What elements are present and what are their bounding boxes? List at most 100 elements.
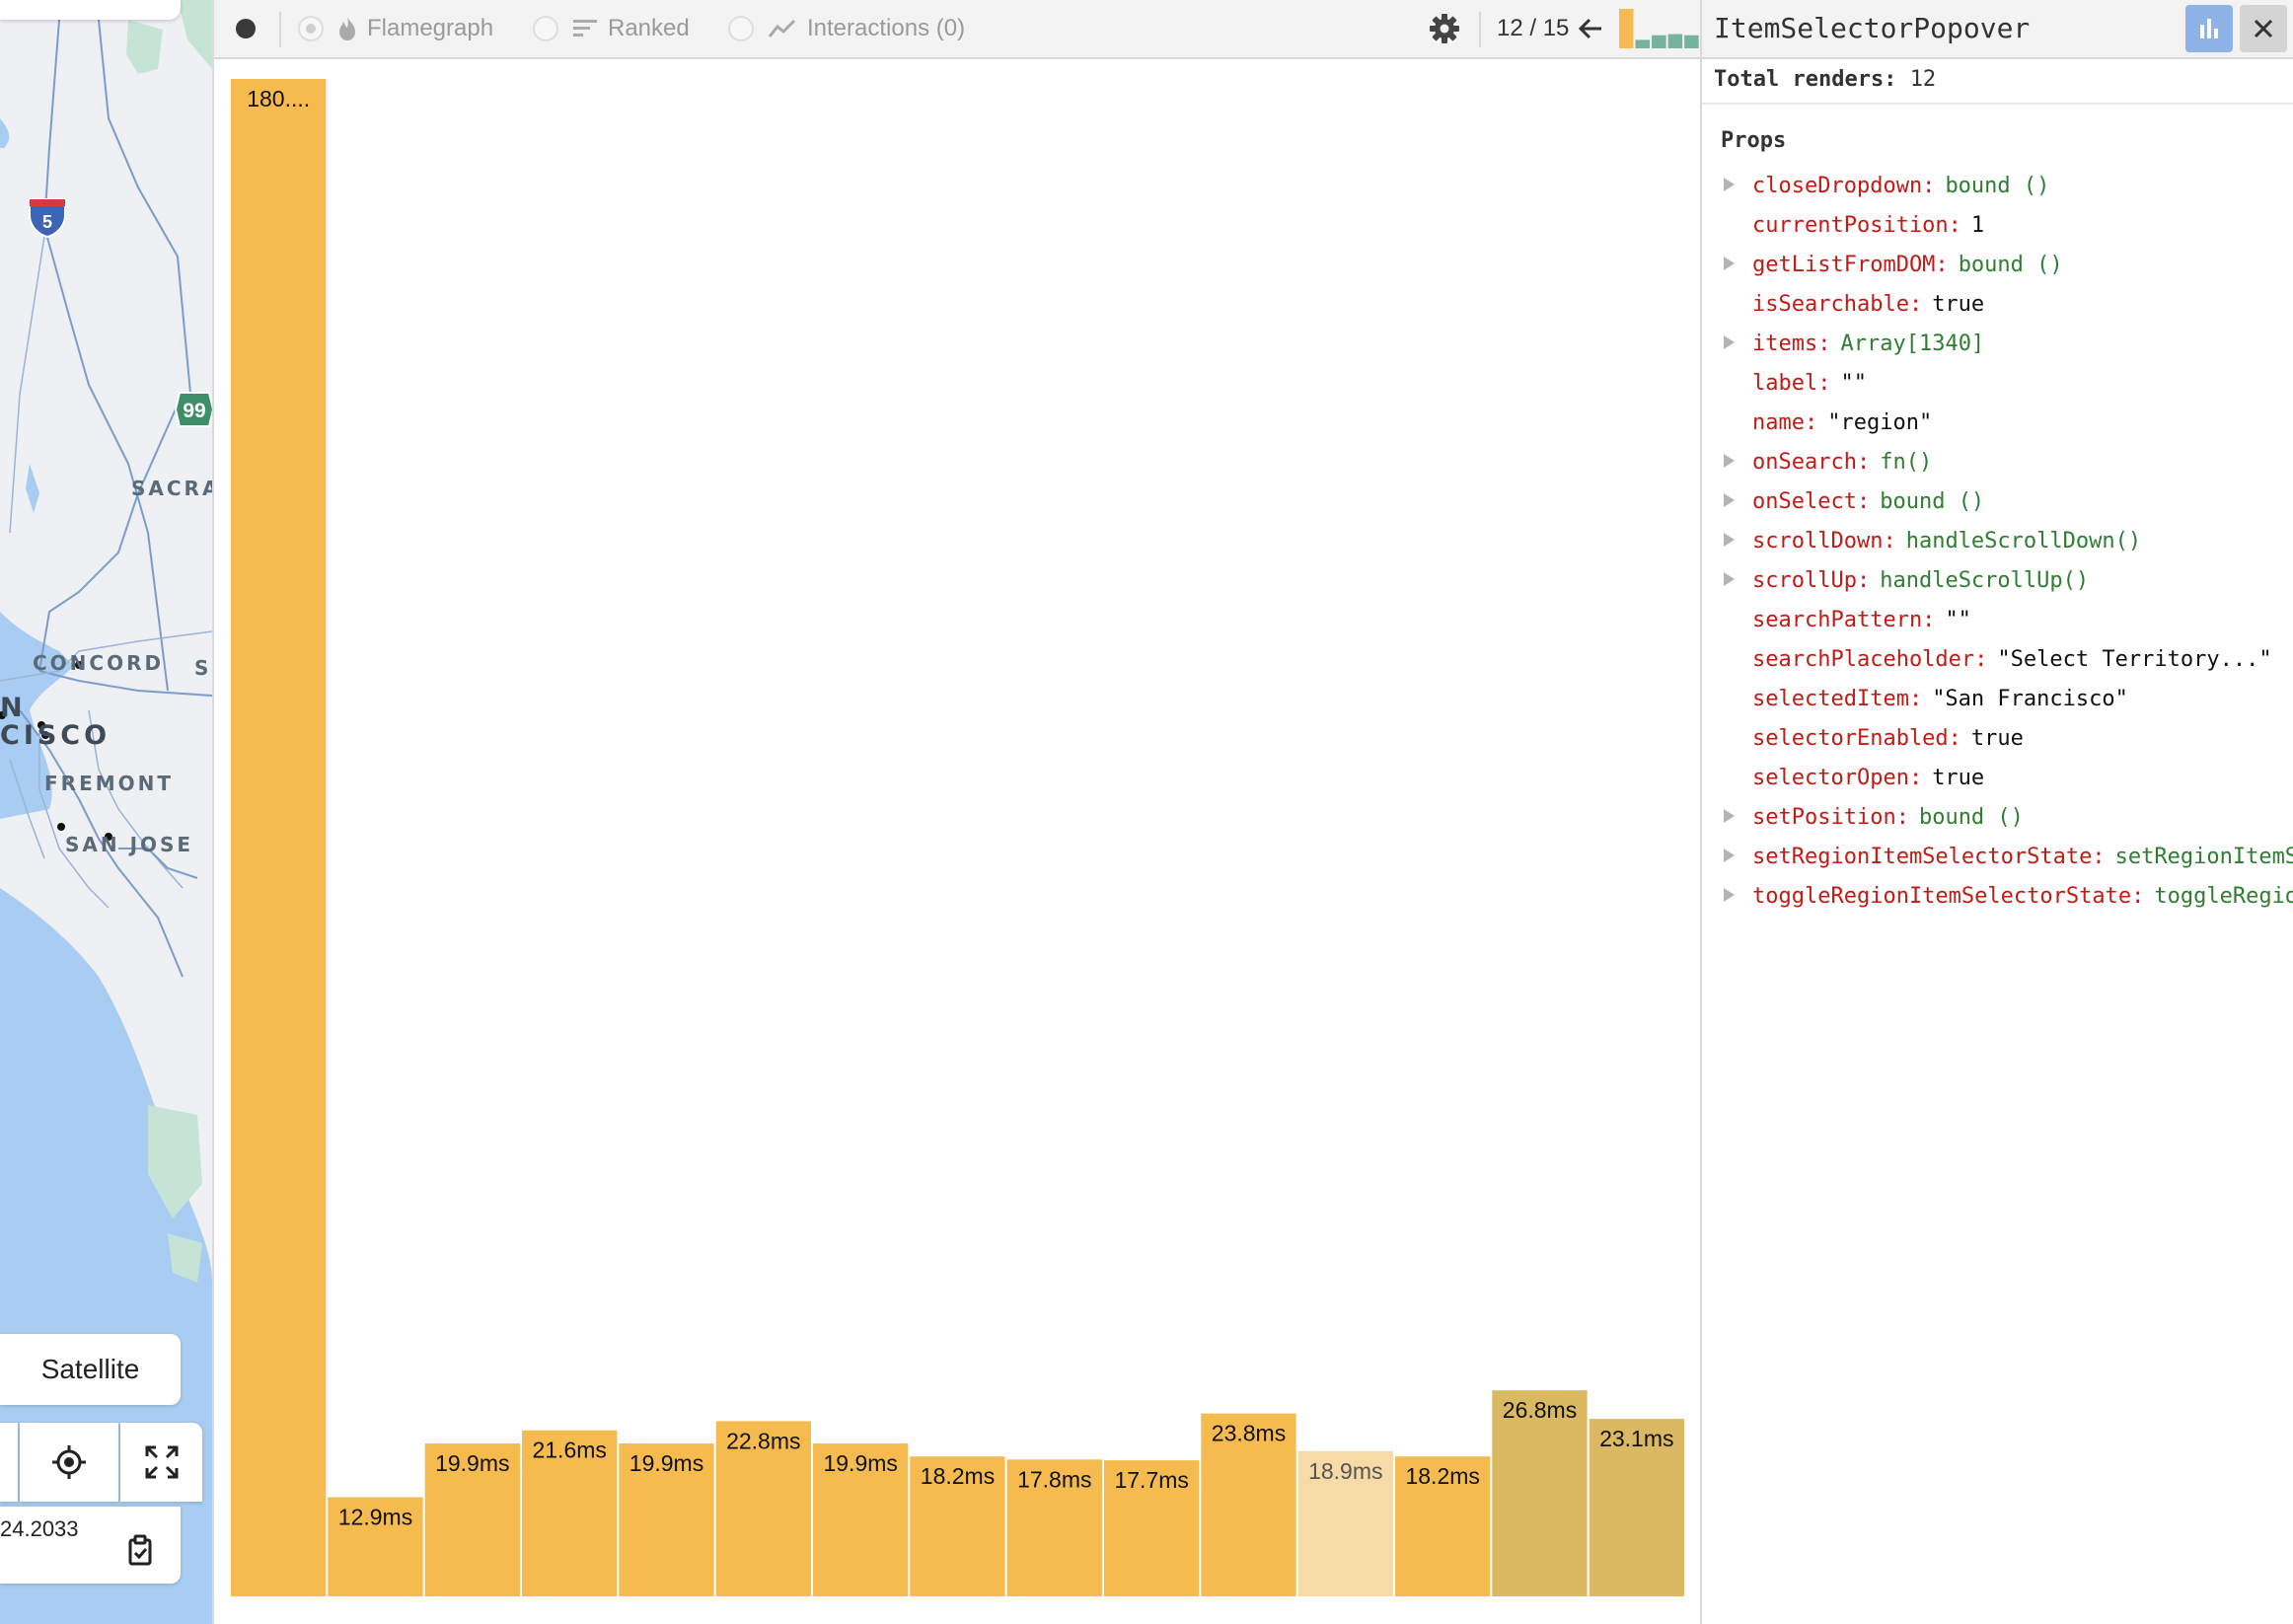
map-controls xyxy=(0,1423,202,1502)
commit-bar-label: 19.9ms xyxy=(435,1450,509,1476)
prop-value[interactable]: "" xyxy=(1945,608,1971,632)
expand-arrow-icon[interactable] xyxy=(1724,849,1735,862)
toolbar-separator xyxy=(1479,12,1481,47)
commit-strip-bar[interactable] xyxy=(1684,35,1699,48)
expand-arrow-icon[interactable] xyxy=(1724,888,1735,902)
prop-row[interactable]: onSelect: bound () xyxy=(1702,481,2293,521)
prop-key: selectorOpen: xyxy=(1752,765,1923,790)
commit-bar[interactable] xyxy=(231,79,327,1596)
prop-key: setPosition: xyxy=(1752,804,1909,830)
prop-value[interactable]: toggleRegio xyxy=(2154,884,2293,909)
tab-interactions[interactable]: Interactions (0) xyxy=(728,0,965,57)
prop-row: label: "" xyxy=(1702,363,2293,403)
previous-commit-button[interactable] xyxy=(1578,0,1603,57)
prop-key: items: xyxy=(1752,331,1831,356)
prop-key: selectorEnabled: xyxy=(1752,725,1961,751)
total-renders: Total renders: 12 xyxy=(1714,67,1936,92)
total-renders-value: 12 xyxy=(1909,67,1937,92)
prop-row[interactable]: scrollUp: handleScrollUp() xyxy=(1702,560,2293,600)
prop-value[interactable]: true xyxy=(1932,292,1984,317)
prop-row: selectorEnabled: true xyxy=(1702,718,2293,758)
prop-value[interactable]: handleScrollDown() xyxy=(1906,529,2141,554)
expand-arrow-icon[interactable] xyxy=(1724,178,1735,191)
commit-bar-label: 17.8ms xyxy=(1017,1466,1091,1492)
commit-bar-label: 180.... xyxy=(247,86,310,111)
commit-strip-bar[interactable] xyxy=(1652,35,1666,48)
commit-bar-label: 23.8ms xyxy=(1212,1421,1286,1446)
prop-row[interactable]: setRegionItemSelectorState: setRegionItem… xyxy=(1702,837,2293,876)
prop-value[interactable]: bound () xyxy=(1945,174,2049,198)
map-label-fremont: FREMONT xyxy=(44,772,175,795)
component-name: ItemSelectorPopover xyxy=(1714,12,2031,44)
prop-row[interactable]: onSearch: fn() xyxy=(1702,442,2293,481)
prop-row: selectorOpen: true xyxy=(1702,758,2293,797)
profiler-main: Flamegraph Ranked Interactions (0) 12 / … xyxy=(212,0,1893,1624)
expand-arrow-icon[interactable] xyxy=(1724,335,1735,349)
prop-row: name: "region" xyxy=(1702,403,2293,442)
commit-strip-bar[interactable] xyxy=(1619,9,1634,48)
locate-button[interactable] xyxy=(20,1423,118,1502)
prop-value[interactable]: true xyxy=(1932,766,1984,790)
expand-arrow-icon[interactable] xyxy=(1724,572,1735,586)
commit-strip-bar[interactable] xyxy=(1635,39,1651,48)
commit-bar-chart[interactable]: 180.... 12.9ms 19.9ms 21.6ms 19.9ms 22.8ms 19.… xyxy=(214,61,1702,1602)
prop-value[interactable]: handleScrollUp() xyxy=(1880,568,2089,593)
expand-arrow-icon[interactable] xyxy=(1724,454,1735,468)
prop-row[interactable]: setPosition: bound () xyxy=(1702,797,2293,837)
prop-value[interactable]: Array[1340] xyxy=(1840,332,1984,356)
prop-value[interactable]: bound () xyxy=(1880,489,1984,514)
close-panel-button[interactable] xyxy=(2240,5,2287,52)
prop-value[interactable]: 1 xyxy=(1971,213,1984,238)
ranked-radio[interactable] xyxy=(533,16,558,41)
prop-value[interactable]: setRegionItemS xyxy=(2115,845,2293,869)
coordinates-text: 24.2033 xyxy=(0,1516,79,1541)
commit-strip-bar[interactable] xyxy=(1667,34,1683,48)
expand-arrow-icon[interactable] xyxy=(1724,493,1735,507)
fullscreen-icon xyxy=(145,1445,178,1479)
map-control-partial[interactable] xyxy=(0,1423,18,1502)
record-button[interactable] xyxy=(234,0,258,57)
expand-arrow-icon[interactable] xyxy=(1724,809,1735,823)
interactions-radio[interactable] xyxy=(728,16,754,41)
prop-key: toggleRegionItemSelectorState: xyxy=(1752,883,2145,909)
prop-row[interactable]: closeDropdown: bound () xyxy=(1702,166,2293,205)
bar-chart-icon xyxy=(2200,19,2218,38)
rendered-by-chart-button[interactable] xyxy=(2185,5,2233,52)
tab-flamegraph[interactable]: Flamegraph xyxy=(298,0,493,57)
map-search-box[interactable] xyxy=(0,0,181,20)
map-view[interactable]: 5 99 SACRAN CONCORD S NCISCO FREMONT SAN JOSE… xyxy=(0,0,212,1624)
prop-key: searchPlaceholder: xyxy=(1752,646,1988,672)
prop-row[interactable]: items: Array[1340] xyxy=(1702,324,2293,363)
prop-key: onSelect: xyxy=(1752,488,1871,514)
prop-value[interactable]: "Select Territory..." xyxy=(1997,647,2271,672)
prop-value[interactable]: "region" xyxy=(1827,410,1932,435)
prop-row[interactable]: getListFromDOM: bound () xyxy=(1702,245,2293,284)
flame-icon xyxy=(339,17,355,40)
satellite-toggle-button[interactable]: Satellite xyxy=(0,1334,181,1405)
prop-row: searchPlaceholder: "Select Territory..." xyxy=(1702,639,2293,679)
prop-value[interactable]: "" xyxy=(1840,371,1867,396)
prop-value[interactable]: "San Francisco" xyxy=(1932,687,2128,711)
prop-row[interactable]: toggleRegionItemSelectorState: toggleRegi… xyxy=(1702,876,2293,916)
fullscreen-button[interactable] xyxy=(120,1423,202,1502)
commit-bar-label: 22.8ms xyxy=(726,1428,800,1453)
commit-counter: 12 / 15 xyxy=(1497,0,1569,57)
tab-ranked[interactable]: Ranked xyxy=(533,0,690,57)
bar-chart-svg[interactable]: 180.... 12.9ms 19.9ms 21.6ms 19.9ms 22.8ms 19.… xyxy=(214,61,1702,1602)
prop-row: searchPattern: "" xyxy=(1702,600,2293,639)
settings-button[interactable] xyxy=(1430,0,1459,57)
prop-row[interactable]: scrollDown: handleScrollDown() xyxy=(1702,521,2293,560)
copy-clipboard-icon[interactable] xyxy=(126,1534,154,1566)
record-icon xyxy=(236,19,256,38)
flamegraph-radio[interactable] xyxy=(298,16,324,41)
prop-value[interactable]: bound () xyxy=(1959,253,2063,277)
map-label-sac: SACRAN xyxy=(131,477,212,500)
expand-arrow-icon[interactable] xyxy=(1724,533,1735,547)
interstate-5-label: 5 xyxy=(42,212,52,232)
prop-value[interactable]: true xyxy=(1971,726,2024,751)
expand-arrow-icon[interactable] xyxy=(1724,257,1735,270)
highway-99-shield-icon: 99 xyxy=(174,392,212,427)
panel-divider xyxy=(1702,103,2293,105)
prop-value[interactable]: fn() xyxy=(1880,450,1932,475)
prop-value[interactable]: bound () xyxy=(1919,805,2024,830)
